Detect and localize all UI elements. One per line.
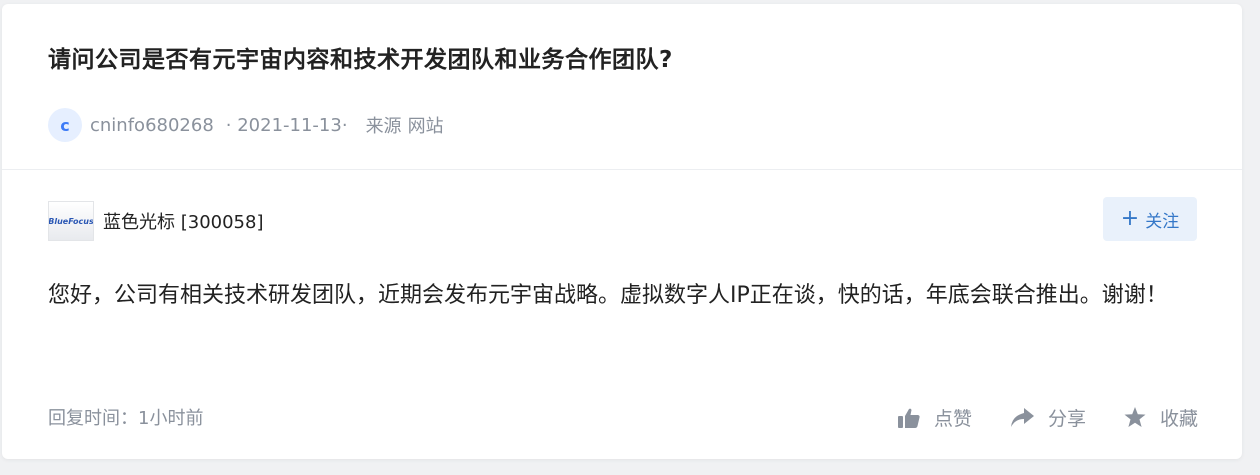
share-label: 分享 xyxy=(1047,408,1086,430)
company-info[interactable]: BlueFocus 蓝色光标 [300058] xyxy=(48,201,263,241)
plus-icon: + xyxy=(1120,206,1140,231)
source-value: 网站 xyxy=(407,116,444,137)
company-logo[interactable]: BlueFocus xyxy=(48,201,94,241)
thumbs-up-icon xyxy=(897,408,920,428)
company-name[interactable]: 蓝色光标 [300058] xyxy=(103,208,263,234)
source-label: 来源 xyxy=(365,116,402,137)
like-label: 点赞 xyxy=(933,408,972,430)
collect-button[interactable]: 收藏 xyxy=(1124,404,1198,431)
follow-label: 关注 xyxy=(1145,211,1180,232)
follow-button[interactable]: + 关注 xyxy=(1103,197,1197,241)
collect-label: 收藏 xyxy=(1159,408,1198,430)
share-arrow-icon xyxy=(1010,407,1034,427)
answer-text: 您好，公司有相关技术研发团队，近期会发布元宇宙战略。虚拟数字人IP正在谈，快的话… xyxy=(48,283,1168,308)
star-icon xyxy=(1124,407,1146,427)
action-bar: 点赞 分享 收藏 xyxy=(860,404,1198,431)
avatar[interactable]: c xyxy=(48,108,82,142)
qa-card: 请问公司是否有元宇宙内容和技术开发团队和业务合作团队? c cninfo6802… xyxy=(2,4,1242,459)
question-meta: c cninfo680268 · 2021-11-13· 来源 网站 xyxy=(48,108,444,142)
reply-time: 回复时间：1小时前 xyxy=(48,408,204,429)
question-date: · 2021-11-13· xyxy=(225,114,348,136)
question-title: 请问公司是否有元宇宙内容和技术开发团队和业务合作团队? xyxy=(48,47,673,73)
username-link[interactable]: cninfo680268 xyxy=(90,115,214,136)
share-button[interactable]: 分享 xyxy=(1010,404,1086,431)
like-button[interactable]: 点赞 xyxy=(897,404,972,431)
divider xyxy=(2,169,1242,170)
